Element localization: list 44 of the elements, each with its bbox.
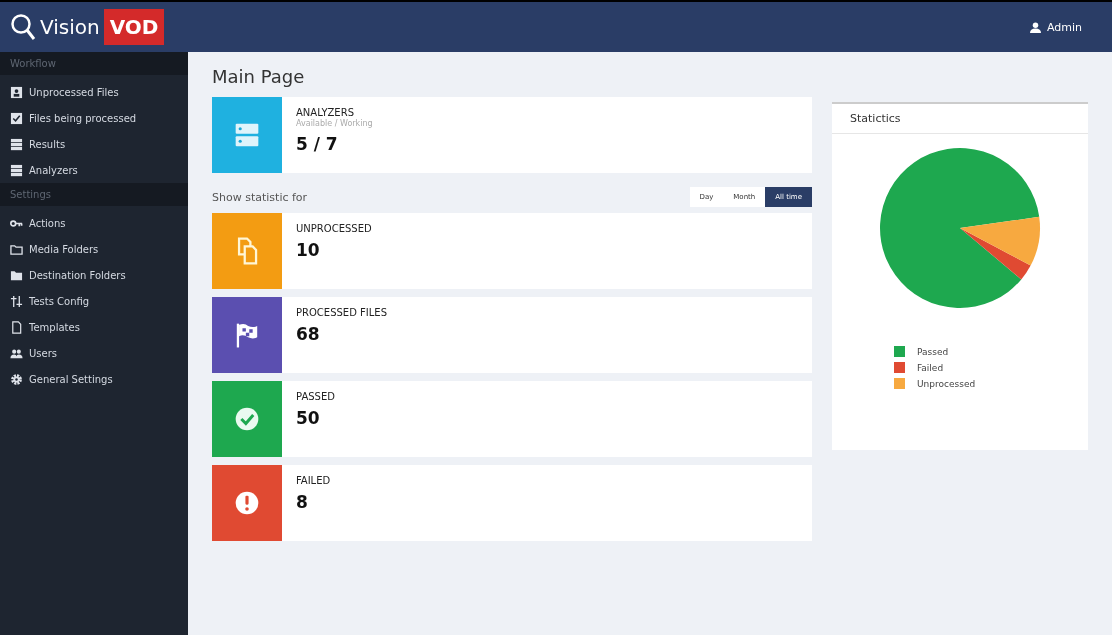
list-icon: [10, 137, 23, 151]
sidebar-item[interactable]: Actions: [0, 210, 188, 236]
section-heading: Workflow: [0, 52, 188, 75]
sidebar-item[interactable]: General Settings: [0, 366, 188, 392]
sidebar-item[interactable]: Analyzers: [0, 157, 188, 183]
folder-icon: [10, 242, 23, 256]
stat-title: PASSED: [296, 391, 335, 402]
folder-icon: [10, 268, 23, 282]
user-menu[interactable]: Admin: [1023, 19, 1088, 35]
sidebar-item[interactable]: Templates: [0, 314, 188, 340]
user-icon: [1029, 21, 1041, 33]
search-icon: [10, 13, 36, 41]
sidebar-item[interactable]: Tests Config: [0, 288, 188, 314]
legend-label: Unprocessed: [917, 378, 976, 389]
sidebar-item[interactable]: Media Folders: [0, 236, 188, 262]
stat-title: FAILED: [296, 475, 331, 486]
section-heading: Settings: [0, 183, 188, 206]
id-card-icon: [10, 85, 23, 99]
sidebar-item[interactable]: Results: [0, 131, 188, 157]
logo-text: Vision: [40, 15, 100, 39]
sidebar-item[interactable]: Files being processed: [0, 105, 188, 131]
filter-label: Show statistic for: [212, 190, 308, 204]
logo-badge: VOD: [103, 9, 165, 45]
settings-icon: [10, 372, 23, 386]
stat-title: UNPROCESSED: [296, 223, 372, 234]
checklist-icon: [10, 111, 23, 125]
stat-value: 50: [296, 408, 321, 428]
sliders-icon: [10, 294, 23, 308]
card-subtitle: Available / Working: [296, 119, 373, 128]
legend-label: Failed: [917, 362, 944, 373]
sidebar-item[interactable]: Users: [0, 340, 188, 366]
page-title: Main Page: [212, 66, 306, 87]
stat-value: 10: [296, 240, 321, 260]
panel-title: Statictics: [832, 104, 1088, 134]
sidebar-item[interactable]: Destination Folders: [0, 262, 188, 288]
document-icon: [10, 320, 23, 334]
stat-title: PROCESSED FILES: [296, 307, 387, 318]
legend-label: Passed: [917, 346, 949, 357]
sidebar-item[interactable]: Unprocessed Files: [0, 79, 188, 105]
list-icon: [10, 163, 23, 177]
card-title: ANALYZERS: [296, 107, 355, 118]
card-value: 5 / 7: [296, 134, 339, 154]
stat-value: 8: [296, 492, 309, 512]
stat-value: 68: [296, 324, 321, 344]
